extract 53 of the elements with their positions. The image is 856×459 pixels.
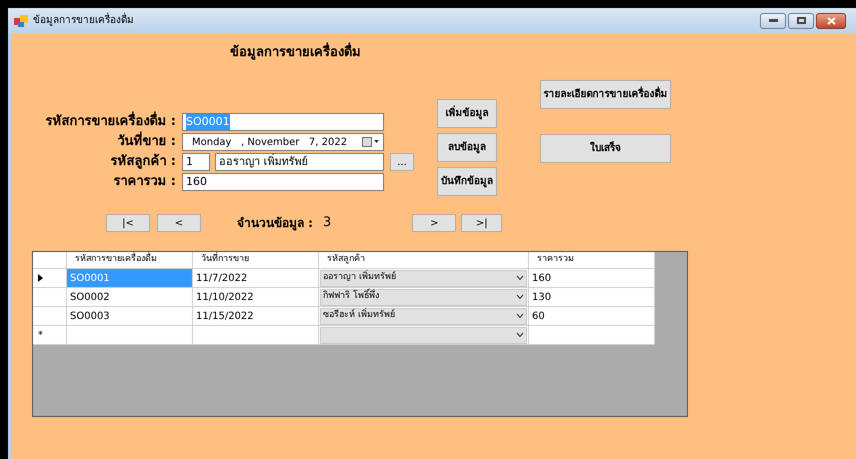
- action-button[interactable]: เพิ่มข้อมูล: [437, 99, 497, 128]
- total-price-label: ราคารวม :: [113, 173, 176, 192]
- table-cell: 11/10/2022: [193, 288, 319, 307]
- table-cell: SO0002: [67, 288, 193, 307]
- total-price-field[interactable]: 160: [182, 173, 384, 191]
- chevron-down-icon: [516, 275, 524, 281]
- first-record-button[interactable]: |<: [106, 214, 150, 232]
- table-cell: 11/15/2022: [193, 307, 319, 326]
- next-record-button[interactable]: >: [412, 214, 456, 232]
- chevron-down-icon: [516, 332, 524, 338]
- chevron-down-icon: [516, 313, 524, 319]
- row-header[interactable]: [33, 269, 67, 288]
- current-row-icon: [38, 274, 43, 282]
- action-button[interactable]: บันทึกข้อมูล: [437, 167, 497, 196]
- close-button[interactable]: [816, 12, 846, 28]
- sale-id-label: รหัสการขายเครื่องดื่ม :: [45, 112, 176, 132]
- previous-record-button[interactable]: <: [157, 214, 201, 232]
- customer-dropdown-cell[interactable]: [319, 326, 529, 345]
- action-button[interactable]: ลบข้อมูล: [437, 133, 497, 162]
- side-action-button[interactable]: รายละเอียดการขายเครื่องดื่ม: [540, 80, 671, 109]
- window-title: ข้อมูลการขายเครื่องดื่ม: [33, 13, 134, 28]
- app-icon: [14, 14, 28, 26]
- table-cell: 160: [529, 269, 655, 288]
- table-cell: SO0001: [67, 269, 193, 288]
- table-cell: 11/7/2022: [193, 269, 319, 288]
- corner-header-cell: [33, 252, 67, 269]
- sale-date-label: วันที่ขาย :: [117, 132, 176, 152]
- last-record-button[interactable]: >|: [461, 214, 502, 232]
- chevron-down-icon: [516, 294, 524, 300]
- record-count: 3: [322, 214, 332, 232]
- form-heading: ข้อมูลการขายเครื่องดื่ม: [230, 43, 361, 63]
- table-cell: SO0003: [67, 307, 193, 326]
- column-header[interactable]: รหัสลูกค้า: [319, 252, 529, 269]
- column-header[interactable]: รหัสการขายเครื่องดื่ม: [67, 252, 193, 269]
- calendar-icon: [362, 137, 380, 147]
- side-action-button[interactable]: ใบเสร็จ: [540, 134, 671, 163]
- minimize-button[interactable]: [760, 12, 786, 28]
- column-header[interactable]: วันที่การขาย: [193, 252, 319, 269]
- maximize-button[interactable]: [788, 12, 814, 28]
- new-row-marker: *: [33, 326, 67, 345]
- customer-id-field[interactable]: 1: [182, 153, 210, 171]
- date-picker[interactable]: Monday , November 7, 2022: [182, 133, 384, 151]
- customer-dropdown-cell[interactable]: ซอรีฮะห์ เพิ่มทรัพย์: [319, 307, 529, 326]
- column-header[interactable]: ราคารวม: [529, 252, 655, 269]
- table-cell: 60: [529, 307, 655, 326]
- browse-button[interactable]: ...: [390, 153, 414, 171]
- customer-id-label: รหัสลูกค้า :: [110, 152, 176, 172]
- customer-dropdown-cell[interactable]: ออราญา เพิ่มทรัพย์: [319, 269, 529, 288]
- customer-name-field[interactable]: ออราญา เพิ่มทรัพย์: [215, 153, 384, 171]
- customer-dropdown-cell[interactable]: กิฟฟาริ โพธิ์พึ่ง: [319, 288, 529, 307]
- table-cell: 130: [529, 288, 655, 307]
- close-icon: [826, 16, 836, 24]
- record-count-label: จำนวนข้อมูล :: [237, 215, 313, 232]
